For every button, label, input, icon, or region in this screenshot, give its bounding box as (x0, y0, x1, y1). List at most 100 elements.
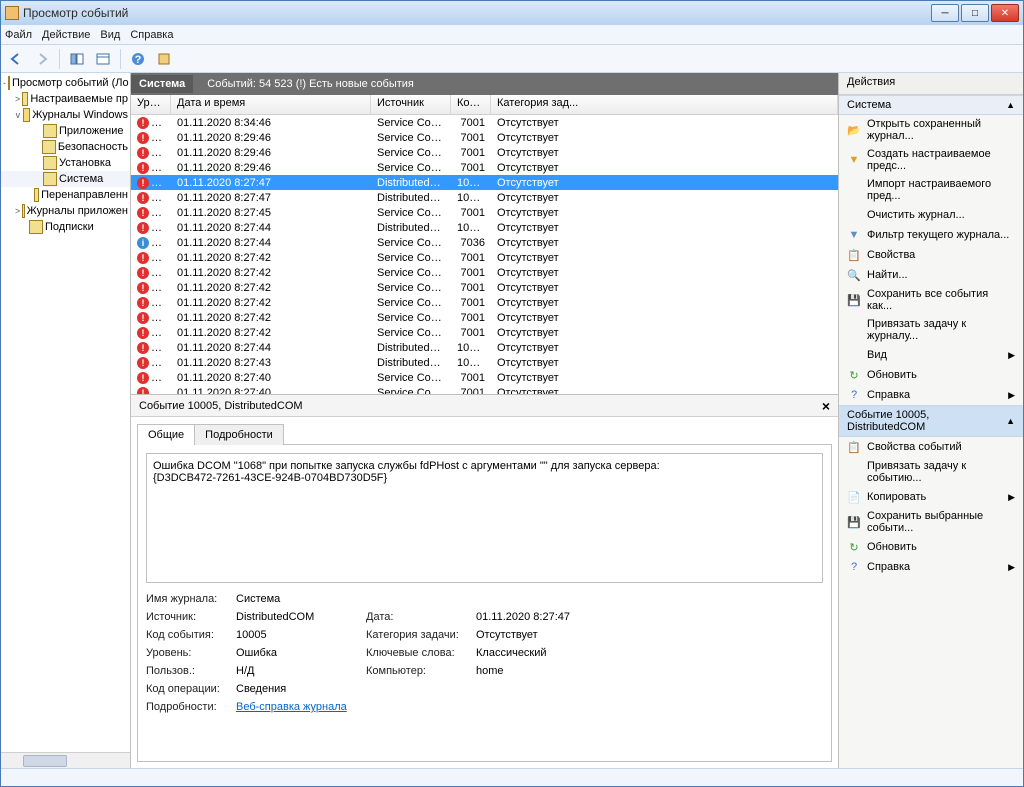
web-help-link[interactable]: Веб-справка журнала (236, 701, 347, 713)
action-item[interactable]: Очистить журнал... (839, 205, 1023, 225)
detail-title: Событие 10005, DistributedCOM (139, 400, 303, 412)
center-header: Система Событий: 54 523 (!) Есть новые с… (131, 73, 838, 95)
detail-close-button[interactable]: × (822, 398, 830, 414)
center-header-subtitle: Событий: 54 523 (!) Есть новые события (207, 78, 414, 90)
grid-header: Уров... Дата и время Источник Код с... К… (131, 95, 838, 115)
tab-details[interactable]: Подробности (194, 424, 284, 445)
tree-item[interactable]: Система (1, 171, 130, 187)
help-button[interactable]: ? (127, 48, 149, 70)
menu-view[interactable]: Вид (100, 29, 120, 41)
table-row[interactable]: !О...01.11.2020 8:27:44DistributedC...10… (131, 340, 838, 355)
action-item[interactable]: 📂Открыть сохраненный журнал... (839, 115, 1023, 145)
tree-item[interactable]: Подписки (1, 219, 130, 235)
menubar: Файл Действие Вид Справка (1, 25, 1023, 45)
table-row[interactable]: !О...01.11.2020 8:27:40Service Cont...70… (131, 385, 838, 394)
tree-item[interactable]: >Журналы приложен (1, 203, 130, 219)
table-row[interactable]: !О...01.11.2020 8:27:42Service Cont...70… (131, 310, 838, 325)
action-item[interactable]: Привязать задачу к событию... (839, 457, 1023, 487)
table-row[interactable]: !О...01.11.2020 8:27:43DistributedC...10… (131, 355, 838, 370)
back-button[interactable] (5, 48, 27, 70)
action-item[interactable]: 📄Копировать▶ (839, 487, 1023, 507)
action-item[interactable]: ▼Фильтр текущего журнала... (839, 225, 1023, 245)
action-item[interactable]: 📋Свойства (839, 245, 1023, 265)
action-item[interactable]: ↻Обновить (839, 537, 1023, 557)
prop-log-k: Имя журнала: (146, 593, 236, 605)
table-row[interactable]: !О...01.11.2020 8:27:47DistributedC...10… (131, 190, 838, 205)
svg-text:?: ? (135, 54, 142, 66)
prop-kw-k: Ключевые слова: (366, 647, 476, 659)
tree-item[interactable]: vЖурналы Windows (1, 107, 130, 123)
table-row[interactable]: !О...01.11.2020 8:27:42Service Cont...70… (131, 325, 838, 340)
table-row[interactable]: !О...01.11.2020 8:27:45Service Cont...70… (131, 205, 838, 220)
table-row[interactable]: !О...01.11.2020 8:27:42Service Cont...70… (131, 280, 838, 295)
action-item[interactable]: Импорт настраиваемого пред... (839, 175, 1023, 205)
titlebar: Просмотр событий ─ □ ✕ (1, 1, 1023, 25)
tree-item[interactable]: Установка (1, 155, 130, 171)
collapse-icon[interactable]: ▲ (1006, 416, 1015, 426)
table-row[interactable]: !О...01.11.2020 8:27:47DistributedC...10… (131, 175, 838, 190)
actions-section-system: Система▲ (839, 95, 1023, 115)
tree-item[interactable]: Приложение (1, 123, 130, 139)
prop-src-v: DistributedCOM (236, 611, 366, 623)
action-item[interactable]: 💾Сохранить выбранные событи... (839, 507, 1023, 537)
properties-button[interactable] (92, 48, 114, 70)
window-title: Просмотр событий (23, 6, 931, 20)
collapse-icon[interactable]: ▲ (1006, 100, 1015, 110)
statusbar (1, 768, 1023, 786)
prop-log-v: Система (236, 593, 366, 605)
prop-lvl-v: Ошибка (236, 647, 366, 659)
tab-general[interactable]: Общие (137, 424, 195, 445)
col-category[interactable]: Категория зад... (491, 95, 838, 114)
action-item[interactable]: ▼Создать настраиваемое предс... (839, 145, 1023, 175)
col-code[interactable]: Код с... (451, 95, 491, 114)
maximize-button[interactable]: □ (961, 4, 989, 22)
center-header-title: Система (131, 75, 193, 93)
menu-file[interactable]: Файл (5, 29, 32, 41)
action-item[interactable]: 📋Свойства событий (839, 437, 1023, 457)
col-level[interactable]: Уров... (131, 95, 171, 114)
prop-lvl-k: Уровень: (146, 647, 236, 659)
forward-button[interactable] (31, 48, 53, 70)
action-item[interactable]: ?Справка▶ (839, 385, 1023, 405)
table-row[interactable]: !О...01.11.2020 8:29:46Service Cont...70… (131, 145, 838, 160)
grid-body[interactable]: !О...01.11.2020 8:34:46Service Cont...70… (131, 115, 838, 394)
table-row[interactable]: !О...01.11.2020 8:27:40Service Cont...70… (131, 370, 838, 385)
action-item[interactable]: 💾Сохранить все события как... (839, 285, 1023, 315)
action-item[interactable]: Привязать задачу к журналу... (839, 315, 1023, 345)
prop-code-v: 10005 (236, 629, 366, 641)
action-item[interactable]: Вид▶ (839, 345, 1023, 365)
prop-date-v: 01.11.2020 8:27:47 (476, 611, 636, 623)
action-item[interactable]: 🔍Найти... (839, 265, 1023, 285)
table-row[interactable]: !О...01.11.2020 8:29:46Service Cont...70… (131, 130, 838, 145)
minimize-button[interactable]: ─ (931, 4, 959, 22)
table-row[interactable]: !О...01.11.2020 8:29:46Service Cont...70… (131, 160, 838, 175)
action-item[interactable]: ↻Обновить (839, 365, 1023, 385)
menu-help[interactable]: Справка (130, 29, 173, 41)
tree-item[interactable]: Перенаправленн (1, 187, 130, 203)
table-row[interactable]: !О...01.11.2020 8:27:42Service Cont...70… (131, 250, 838, 265)
prop-op-v: Сведения (236, 683, 366, 695)
prop-code-k: Код события: (146, 629, 236, 641)
tree-item[interactable]: >Настраиваемые пр (1, 91, 130, 107)
prop-op-k: Код операции: (146, 683, 236, 695)
event-message: Ошибка DCOM "1068" при попытке запуска с… (146, 453, 823, 583)
table-row[interactable]: !О...01.11.2020 8:27:42Service Cont...70… (131, 295, 838, 310)
action-item[interactable]: ?Справка▶ (839, 557, 1023, 577)
navigation-tree: -Просмотр событий (Ло>Настраиваемые прvЖ… (1, 73, 131, 752)
col-datetime[interactable]: Дата и время (171, 95, 371, 114)
col-source[interactable]: Источник (371, 95, 451, 114)
toolbar: ? (1, 45, 1023, 73)
tree-item[interactable]: Безопасность (1, 139, 130, 155)
table-row[interactable]: !О...01.11.2020 8:27:44DistributedC...10… (131, 220, 838, 235)
actions-title: Действия (839, 73, 1023, 95)
table-row[interactable]: iСв...01.11.2020 8:27:44Service Cont...7… (131, 235, 838, 250)
tree-item[interactable]: -Просмотр событий (Ло (1, 75, 130, 91)
table-row[interactable]: !О...01.11.2020 8:27:42Service Cont...70… (131, 265, 838, 280)
menu-action[interactable]: Действие (42, 29, 90, 41)
tree-hscrollbar[interactable] (1, 752, 130, 768)
table-row[interactable]: !О...01.11.2020 8:34:46Service Cont...70… (131, 115, 838, 130)
refresh-toolbar-button[interactable] (153, 48, 175, 70)
close-button[interactable]: ✕ (991, 4, 1019, 22)
show-tree-button[interactable] (66, 48, 88, 70)
prop-src-k: Источник: (146, 611, 236, 623)
